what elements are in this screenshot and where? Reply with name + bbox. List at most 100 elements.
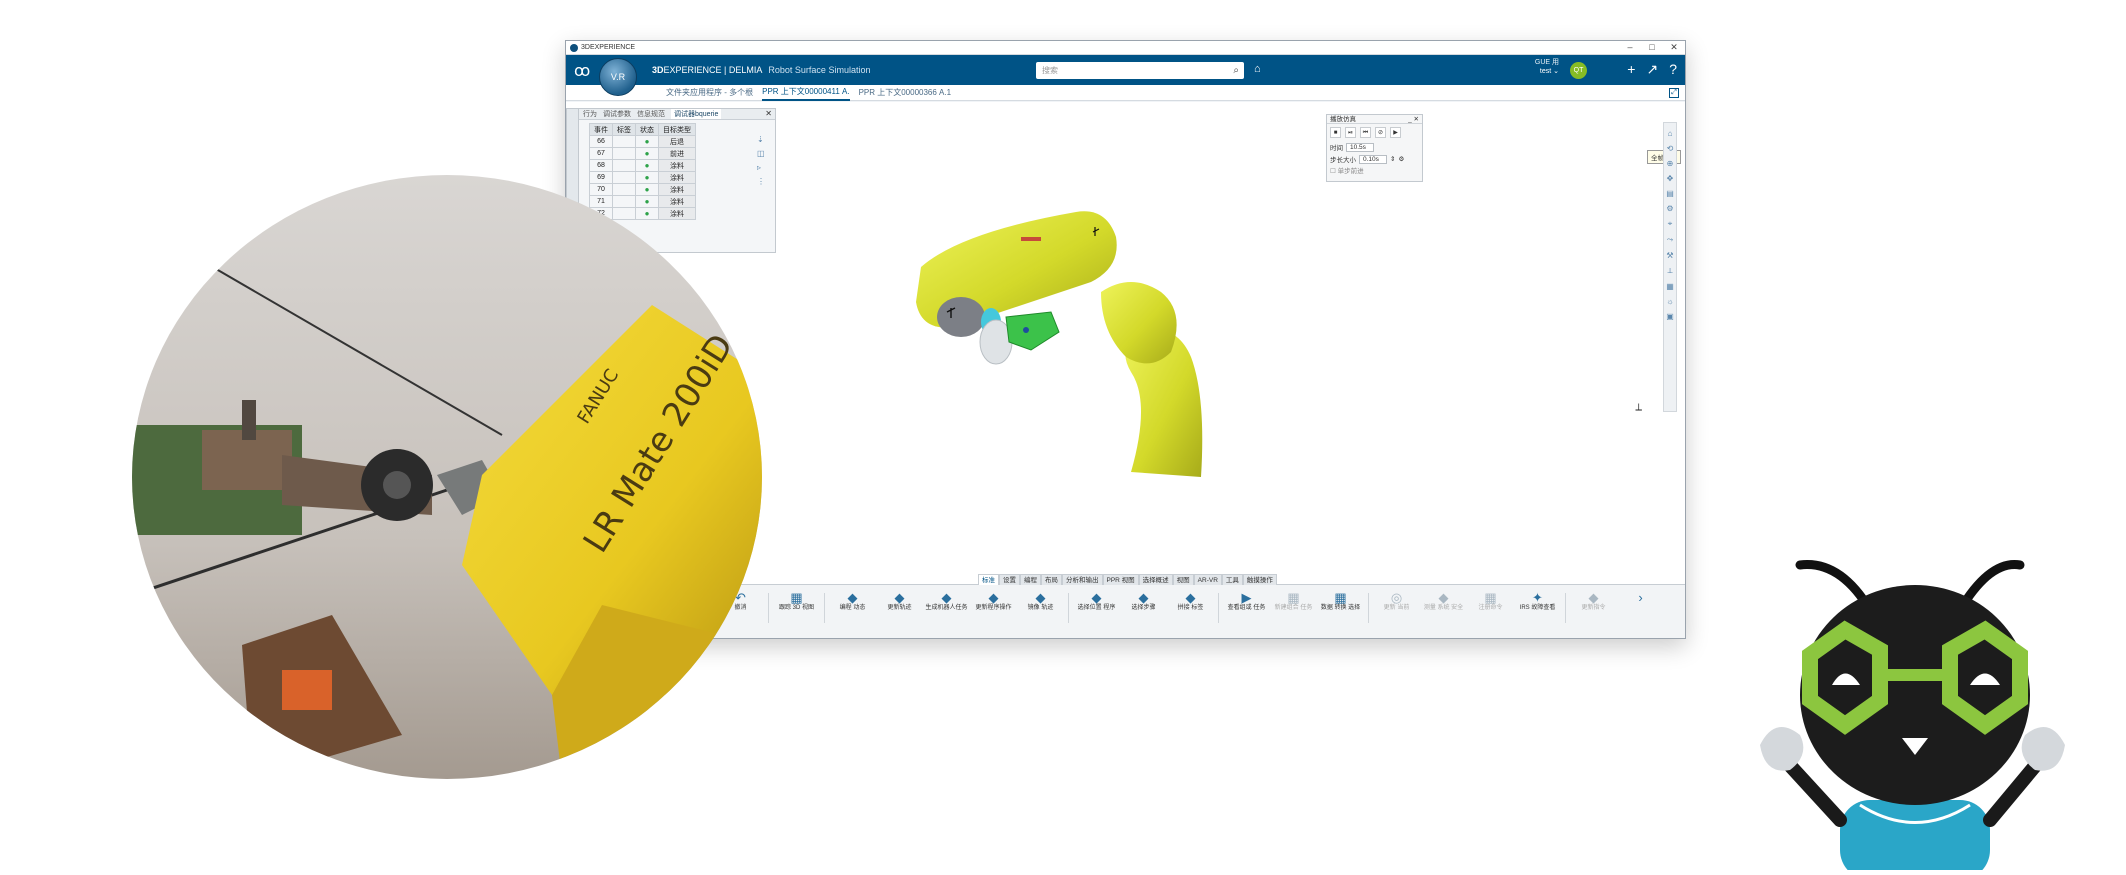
update-instruction-button[interactable]: ◆ 更新指令 (1571, 590, 1616, 623)
tool-label: 数据 转换 选择 (1320, 605, 1361, 611)
maximize-button[interactable]: □ (1641, 42, 1663, 53)
panel-close-icon[interactable]: ✕ (765, 109, 772, 118)
view-task-button[interactable]: ▶ 查看组或 任务 (1224, 590, 1269, 623)
close-window-button[interactable]: ✕ (1663, 42, 1685, 53)
tool-label: 撤消 (734, 605, 747, 611)
tab-ppr-view[interactable]: PPR 视图 (1102, 574, 1139, 585)
tool-icon[interactable]: ⚒ (1666, 251, 1673, 260)
update-current-button[interactable]: ◎ 更新 当前 (1374, 590, 1419, 623)
separator (768, 593, 769, 623)
tab-tools[interactable]: 工具 (1221, 574, 1243, 585)
help-icon[interactable]: ? (1669, 61, 1677, 78)
select-position-button[interactable]: ◆ 选择位置 程序 (1074, 590, 1119, 623)
reset-icon[interactable]: ⊘ (1375, 127, 1386, 138)
tab-setup[interactable]: 设置 (999, 574, 1020, 585)
zoom-icon[interactable]: ⊕ (1667, 159, 1674, 168)
settings-icon[interactable]: ⚙ (1398, 155, 1404, 163)
step-forward-icon[interactable]: ▶ (1390, 127, 1401, 138)
tag-icon[interactable]: ⌂ (1254, 63, 1261, 75)
table-row[interactable]: 70 ● 涂料 (589, 183, 696, 196)
rotate-icon[interactable]: ⟲ (1667, 144, 1674, 153)
table-row[interactable]: 71 ● 涂料 (589, 195, 696, 208)
status-icon: ● (635, 207, 659, 220)
expand-icon[interactable]: ⤢ (1669, 88, 1679, 98)
share-icon[interactable]: ↗ (1646, 61, 1658, 78)
layer-icon[interactable]: ▤ (1666, 189, 1674, 198)
frame-icon[interactable]: ⌖ (1668, 219, 1673, 229)
generate-task-button[interactable]: ◆ 生成机器人任务 (924, 590, 969, 623)
panel-tabs: 行为 调试参数 信息规范 调试器bquerie (579, 109, 775, 120)
pan-icon[interactable]: ✥ (1667, 174, 1674, 183)
add-icon[interactable]: + (1627, 61, 1635, 78)
position-icon: ◆ (1091, 590, 1102, 605)
robot-3d-model[interactable] (901, 182, 1321, 482)
table-row[interactable]: 67 ● 前进 (589, 147, 696, 160)
run-icon[interactable]: ▹ (757, 163, 765, 172)
panel-tab-spec[interactable]: 信息规范 (637, 109, 665, 119)
home-icon[interactable]: ⌂ (1668, 129, 1673, 138)
step-icon[interactable]: ⇣ (757, 135, 765, 144)
separator (1068, 593, 1069, 623)
robot-icon[interactable]: ⚙ (1666, 204, 1673, 213)
tab-other-context[interactable]: PPR 上下文00000366 A.1 (859, 87, 952, 98)
avatar[interactable]: QT (1570, 62, 1587, 79)
grid-icon[interactable]: ▦ (1666, 282, 1674, 291)
user-menu[interactable]: GUE 用 test ⌄ (1535, 58, 1559, 76)
select-step-button[interactable]: ◆ 选择步骤 (1121, 590, 1166, 623)
panel-tab-behavior[interactable]: 行为 (583, 109, 597, 119)
breakpoint-icon[interactable]: ◫ (757, 149, 765, 158)
tab-analysis[interactable]: 分析和输出 (1062, 574, 1103, 585)
brand-strong: 3D (652, 65, 664, 75)
table-row[interactable]: 69 ● 涂料 (589, 171, 696, 184)
cell-event: 70 (589, 183, 613, 196)
tab-touch[interactable]: 触摸操作 (1242, 574, 1277, 585)
tab-programming[interactable]: 编程 (1020, 574, 1041, 585)
play-pause-icon[interactable]: ⏯ (1345, 127, 1356, 138)
cell-type: 涂料 (658, 195, 696, 208)
step-field[interactable]: 0.10s (1359, 154, 1387, 164)
table-row[interactable]: 66 ● 后退 (589, 135, 696, 148)
tab-ar-vr[interactable]: AR-VR (1193, 574, 1222, 585)
panel-tab-debugger[interactable]: 调试器bquerie (671, 109, 722, 119)
mirror-trajectory-button[interactable]: ◆ 镜像 轨迹 (1018, 590, 1063, 623)
path-icon[interactable]: ⤳ (1667, 235, 1673, 245)
update-trajectory-button[interactable]: ◆ 更新轨迹 (877, 590, 922, 623)
camera-icon[interactable]: ▣ (1666, 312, 1674, 321)
register-command-button[interactable]: ▦ 注册命令 (1468, 590, 1513, 623)
program-dynamic-button[interactable]: ◆ 编程 动态 (830, 590, 875, 623)
more-tools-button[interactable]: › (1618, 590, 1663, 623)
update-operation-button[interactable]: ◆ 更新程序操作 (971, 590, 1016, 623)
single-step-checkbox[interactable]: ☐ 单步前进 (1327, 165, 1422, 175)
instruction-icon: ◆ (1588, 590, 1599, 605)
tab-breadcrumb[interactable]: 文件夹应用程序 - 多个根 (666, 87, 753, 98)
search-input[interactable]: 搜索 ⌕ (1036, 62, 1244, 79)
filter-icon[interactable]: ⋮ (757, 177, 765, 186)
stitch-tag-button[interactable]: ◆ 拼接 标签 (1168, 590, 1213, 623)
new-combined-task-button[interactable]: ▦ 新建组合 任务 (1271, 590, 1316, 623)
search-icon[interactable]: ⌕ (1233, 65, 1239, 76)
tab-view[interactable]: 视图 (1172, 574, 1194, 585)
light-icon[interactable]: ☼ (1666, 297, 1673, 306)
step-stepper-icon[interactable]: ⇕ (1390, 155, 1395, 163)
trace-icon: ▦ (790, 590, 803, 605)
robot-brand-mark (1021, 237, 1041, 241)
compass-button[interactable]: V.R (599, 58, 637, 96)
status-icon: ● (635, 171, 659, 184)
player-close-icon[interactable]: _ ✕ (1408, 115, 1419, 124)
time-field[interactable]: 10.5s (1346, 142, 1374, 152)
trace-3d-button[interactable]: ▦ 跟踪 3D 视图 (774, 590, 819, 623)
stop-icon[interactable]: ■ (1330, 127, 1341, 138)
tab-layout[interactable]: 布局 (1041, 574, 1062, 585)
table-row[interactable]: 68 ● 涂料 (589, 159, 696, 172)
measure-icon[interactable]: ⟂ (1667, 266, 1672, 276)
step-back-icon[interactable]: ⏮ (1360, 127, 1371, 138)
minimize-button[interactable]: – (1619, 42, 1641, 53)
os-title-text: 3DEXPERIENCE (581, 44, 636, 51)
data-convert-button[interactable]: ▦ 数据 转换 选择 (1318, 590, 1363, 623)
measure-safety-button[interactable]: ◆ 测量 系统 安全 (1421, 590, 1466, 623)
tab-standard[interactable]: 标准 (978, 574, 999, 585)
tab-active-context[interactable]: PPR 上下文00000411 A. (762, 85, 850, 101)
irs-fault-button[interactable]: ✦ IRS 故障查看 (1515, 590, 1560, 623)
tab-selection[interactable]: 选择概述 (1138, 574, 1173, 585)
panel-tab-debug-params[interactable]: 调试参数 (603, 109, 631, 119)
